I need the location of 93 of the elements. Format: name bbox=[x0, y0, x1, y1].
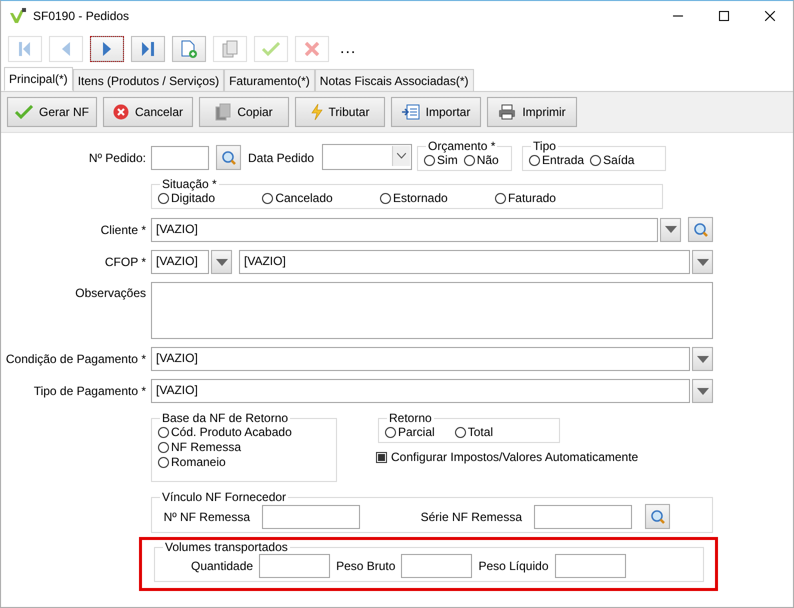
caret-icon bbox=[696, 356, 708, 362]
search-icon bbox=[650, 508, 666, 524]
caret-icon bbox=[696, 388, 708, 394]
group-label: Retorno bbox=[388, 411, 433, 425]
radio-button[interactable]: Saída bbox=[590, 153, 634, 167]
group-label: Volumes transportados bbox=[164, 540, 289, 554]
field-label: Peso Líquido bbox=[477, 559, 550, 573]
order-number-field[interactable] bbox=[151, 146, 209, 170]
radio-button[interactable]: NF Remessa bbox=[158, 440, 242, 454]
radio-button[interactable]: Total bbox=[454, 425, 494, 439]
toolbar-button[interactable] bbox=[172, 36, 206, 62]
radio-button[interactable]: Não bbox=[464, 153, 499, 167]
search-button[interactable] bbox=[645, 504, 670, 529]
caret-icon bbox=[664, 226, 676, 233]
action-button[interactable]: Gerar NF bbox=[7, 97, 97, 127]
printer-icon bbox=[498, 104, 516, 120]
nf-number-field[interactable] bbox=[262, 504, 360, 528]
field-label: Data Pedido bbox=[248, 151, 314, 165]
import-icon bbox=[402, 104, 420, 120]
radio-button[interactable]: Estornado bbox=[380, 191, 448, 205]
radio-button[interactable]: Parcial bbox=[385, 425, 435, 439]
action-button[interactable]: Tributar bbox=[295, 97, 385, 127]
dropdown-button[interactable] bbox=[211, 250, 232, 274]
client-field[interactable]: [VAZIO] bbox=[151, 218, 658, 242]
caret-icon bbox=[696, 258, 708, 266]
tab[interactable]: Principal(*) bbox=[4, 67, 73, 91]
series-field[interactable] bbox=[534, 504, 632, 528]
tab[interactable]: Notas Fiscais Associadas(*) bbox=[314, 69, 474, 91]
dropdown-button[interactable] bbox=[660, 218, 681, 242]
new-document-icon bbox=[180, 40, 198, 58]
payment-type-field[interactable]: [VAZIO] bbox=[151, 379, 690, 403]
cancel-icon bbox=[112, 104, 129, 120]
radio-button[interactable]: Cód. Produto Acabado bbox=[158, 425, 292, 439]
field-label: Condição de Pagamento * bbox=[4, 352, 147, 366]
search-icon bbox=[692, 222, 708, 238]
play-icon bbox=[103, 42, 111, 56]
group-label: Orçamento * bbox=[427, 139, 496, 153]
back-icon bbox=[62, 42, 70, 56]
group-label: Base da NF de Retorno bbox=[161, 411, 290, 425]
action-button[interactable]: Copiar bbox=[199, 97, 289, 127]
more-button[interactable]: ... bbox=[336, 40, 356, 58]
dropdown-button[interactable] bbox=[692, 250, 713, 274]
group-label: Tipo bbox=[532, 139, 557, 153]
dropdown-button[interactable] bbox=[692, 379, 713, 403]
volume-field[interactable] bbox=[259, 554, 330, 578]
field-label: Série NF Remessa bbox=[420, 510, 523, 524]
skip-back-icon bbox=[19, 42, 31, 56]
field-label: Tipo de Pagamento * bbox=[32, 384, 147, 398]
radio-button[interactable]: Digitado bbox=[158, 191, 216, 205]
skip-forward-icon bbox=[142, 42, 154, 56]
payment-condition-field[interactable]: [VAZIO] bbox=[151, 347, 690, 371]
caret-icon bbox=[216, 258, 228, 266]
action-button[interactable]: Cancelar bbox=[103, 97, 193, 127]
dropdown-button[interactable] bbox=[692, 347, 713, 371]
cfop-code-field[interactable]: [VAZIO] bbox=[151, 250, 209, 274]
radio-button[interactable]: Cancelado bbox=[262, 191, 333, 205]
field-label: Quantidade bbox=[190, 559, 254, 573]
radio-button[interactable]: Entrada bbox=[529, 153, 584, 167]
action-button[interactable]: Imprimir bbox=[487, 97, 577, 127]
field-label: Peso Bruto bbox=[335, 559, 396, 573]
action-button[interactable]: Importar bbox=[391, 97, 481, 127]
radio-button[interactable]: Faturado bbox=[494, 191, 556, 205]
maximize-icon bbox=[719, 11, 729, 21]
checkbox[interactable]: Configurar Impostos/Valores Automaticamente bbox=[376, 450, 638, 464]
toolbar-button[interactable] bbox=[131, 36, 165, 62]
tab[interactable]: Faturamento(*) bbox=[224, 69, 315, 91]
search-button[interactable] bbox=[216, 145, 241, 170]
lightning-icon bbox=[310, 104, 323, 120]
group-label: Vínculo NF Fornecedor bbox=[161, 490, 288, 504]
field-label: Nº Pedido: bbox=[88, 151, 147, 165]
volume-field[interactable] bbox=[401, 554, 472, 578]
field-label: Nº NF Remessa bbox=[162, 510, 251, 524]
cfop-field[interactable]: [VAZIO] bbox=[239, 250, 690, 274]
window-title: SF0190 - Pedidos bbox=[33, 9, 130, 23]
tab[interactable]: Itens (Produtos / Serviços) bbox=[72, 69, 224, 91]
field-label: Cliente * bbox=[100, 222, 147, 236]
search-button[interactable] bbox=[688, 217, 713, 242]
toolbar-button[interactable] bbox=[90, 36, 124, 62]
notes-field[interactable] bbox=[151, 282, 713, 339]
app-logo-icon bbox=[9, 8, 27, 24]
volume-field[interactable] bbox=[554, 554, 626, 578]
search-icon bbox=[220, 150, 236, 166]
field-label: Observações bbox=[74, 285, 147, 300]
radio-button[interactable]: Sim bbox=[424, 153, 458, 167]
date-dropdown[interactable] bbox=[322, 144, 412, 170]
radio-button[interactable]: Romaneio bbox=[158, 455, 226, 469]
checkmark-icon bbox=[14, 105, 33, 119]
field-label: CFOP * bbox=[104, 255, 147, 269]
group-label: Situação * bbox=[161, 177, 218, 191]
chevron-icon bbox=[397, 153, 406, 159]
close-icon bbox=[305, 42, 319, 56]
close-icon bbox=[765, 11, 775, 21]
checkmark-icon bbox=[262, 42, 280, 56]
